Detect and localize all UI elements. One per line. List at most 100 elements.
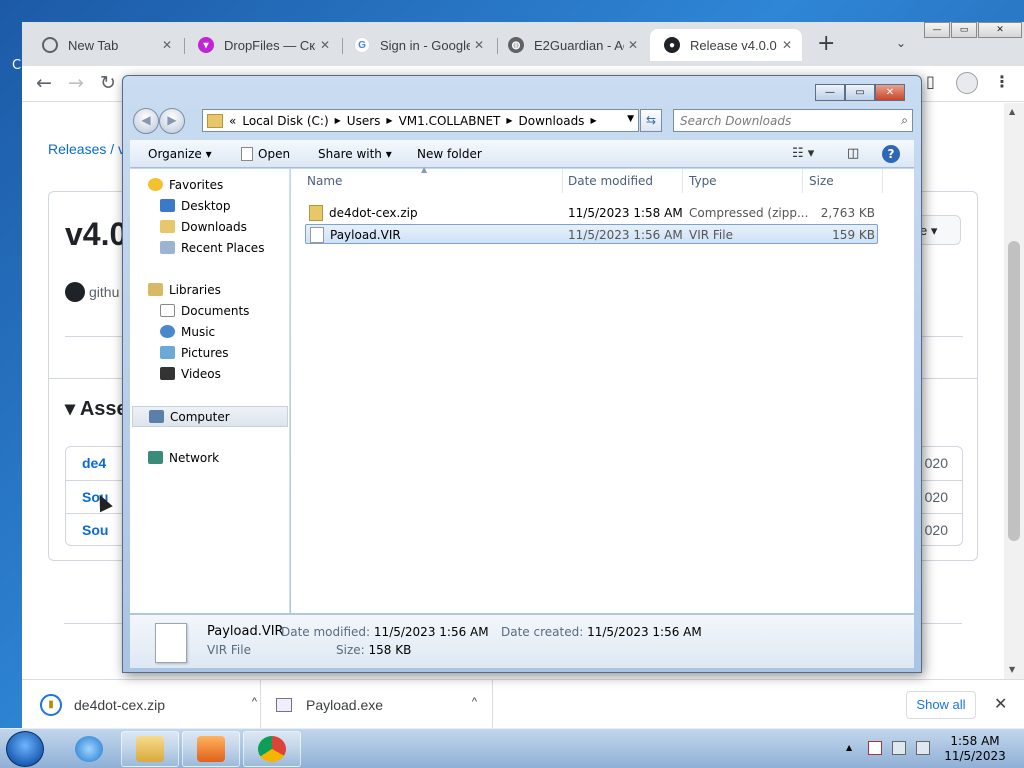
nav-label: Computer [170, 410, 230, 424]
github-icon: ● [664, 37, 680, 53]
label: Date created: [501, 625, 584, 639]
open-button[interactable]: Open [241, 147, 290, 161]
file-type: Compressed (zipp... [689, 206, 809, 220]
back-button[interactable]: ← [36, 72, 52, 94]
maximize-button[interactable]: ▭ [951, 22, 977, 38]
refresh-button[interactable]: ⇆ [640, 109, 662, 132]
maximize-button[interactable]: ▭ [845, 84, 875, 101]
new-tab-button[interactable]: + [817, 33, 835, 55]
column-date-modified[interactable]: Date modified [562, 169, 683, 193]
download-item-zip[interactable]: ▮ de4dot-cex.zip ^ [40, 680, 257, 729]
side-panel-icon[interactable]: ▯ [926, 72, 935, 91]
breadcrumb-users[interactable]: Users [347, 114, 381, 128]
tab-dropfiles[interactable]: ▾ DropFiles — Скачать ✕ [184, 29, 340, 61]
close-window-button[interactable]: ✕ [978, 22, 1022, 38]
nav-label: Pictures [181, 346, 229, 360]
action-center-icon[interactable] [868, 741, 882, 755]
assets-heading[interactable]: ▾ Asse [65, 396, 128, 421]
chevron-right-icon[interactable]: ▶ [590, 116, 596, 125]
nav-network[interactable]: Network [148, 448, 308, 469]
show-all-button[interactable]: Show all [906, 691, 976, 719]
close-window-button[interactable]: ✕ [875, 84, 905, 101]
nav-label: Music [181, 325, 216, 339]
minimize-button[interactable]: — [815, 84, 845, 101]
change-view-icon[interactable]: ☷ ▾ [792, 146, 814, 161]
asset-name[interactable]: de4 [82, 455, 106, 471]
label: Date modified: [281, 625, 371, 639]
minimize-button[interactable]: — [924, 22, 950, 38]
tab-title: New Tab [68, 37, 119, 53]
breadcrumb[interactable]: Releases / v [48, 141, 125, 157]
new-folder-button[interactable]: New folder [417, 147, 482, 161]
close-icon[interactable]: ✕ [470, 38, 488, 52]
taskbar-chrome[interactable] [243, 731, 301, 767]
chevron-right-icon[interactable]: ▶ [335, 116, 341, 125]
chevron-up-icon[interactable]: ^ [252, 696, 257, 708]
details-file-type: VIR File [207, 643, 251, 657]
close-downloads-bar-button[interactable]: ✕ [994, 694, 1007, 714]
close-icon[interactable]: ✕ [778, 38, 796, 52]
label: Size: [336, 643, 365, 657]
taskbar-internet-explorer[interactable] [60, 731, 118, 767]
column-type[interactable]: Type [683, 169, 803, 193]
divider [492, 680, 493, 729]
address-bar[interactable]: « Local Disk (C:) ▶ Users ▶ VM1.COLLABNE… [202, 109, 639, 132]
close-icon[interactable]: ✕ [316, 38, 334, 52]
search-input[interactable]: Search Downloads ⌕ [673, 109, 913, 132]
forward-button[interactable]: → [68, 72, 84, 94]
release-author[interactable]: githu [89, 284, 119, 300]
column-name[interactable]: Name [301, 169, 563, 193]
value: 11/5/2023 1:56 AM [373, 625, 489, 639]
download-item-exe[interactable]: Payload.exe ^ [276, 680, 477, 729]
nav-computer[interactable]: Computer [132, 406, 288, 427]
nav-favorites[interactable]: Favorites [148, 175, 308, 196]
page-scrollbar[interactable]: ▲ ▼ [1004, 103, 1024, 679]
file-row[interactable]: de4dot-cex.zip 11/5/2023 1:58 AM Compres… [305, 203, 878, 223]
system-clock[interactable]: 1:58 AM 11/5/2023 [940, 734, 1010, 764]
address-dropdown-icon[interactable]: ▼ [627, 114, 634, 124]
back-button[interactable]: ◀ [133, 108, 159, 134]
computer-icon [149, 410, 164, 423]
help-icon[interactable]: ? [882, 145, 900, 163]
volume-muted-icon[interactable] [916, 741, 930, 755]
scrollbar-thumb[interactable] [1008, 241, 1020, 541]
chevron-up-icon[interactable]: ^ [472, 696, 477, 708]
tab-e2guardian[interactable]: ◍ E2Guardian - Access Denied ✕ [494, 29, 648, 61]
asset-name[interactable]: Sou [82, 522, 108, 538]
navigation-pane: Favorites Desktop Downloads Recent Place… [130, 169, 290, 613]
scroll-down-icon[interactable]: ▼ [1009, 665, 1015, 674]
libraries-icon [148, 283, 163, 296]
preview-pane-icon[interactable]: ◫ [847, 146, 859, 161]
nav-libraries[interactable]: Libraries [148, 280, 308, 301]
organize-button[interactable]: Organize ▾ [148, 147, 212, 161]
column-size[interactable]: Size [803, 169, 883, 193]
taskbar-media-player[interactable] [182, 731, 240, 767]
tab-new-tab[interactable]: New Tab ✕ [28, 29, 182, 61]
close-icon[interactable]: ✕ [158, 38, 176, 52]
scroll-up-icon[interactable]: ▲ [1009, 107, 1015, 116]
github-avatar-icon [65, 282, 85, 302]
tab-search-button[interactable]: ⌄ [896, 36, 906, 50]
chevron-right-icon[interactable]: ▶ [506, 116, 512, 125]
breadcrumb-local-disk[interactable]: Local Disk (C:) [242, 114, 328, 128]
close-icon[interactable]: ✕ [624, 38, 642, 52]
profile-avatar[interactable] [956, 72, 978, 94]
file-row-selected[interactable]: Payload.VIR 11/5/2023 1:56 AM VIR File 1… [305, 224, 878, 244]
exe-file-icon [276, 697, 292, 712]
network-status-icon[interactable] [892, 741, 906, 755]
start-button[interactable] [6, 731, 44, 767]
menu-icon[interactable]: ⋮ [994, 72, 1010, 91]
breadcrumb-user[interactable]: VM1.COLLABNET [399, 114, 501, 128]
folder-icon [136, 736, 164, 762]
taskbar-windows-explorer[interactable] [121, 731, 179, 767]
tab-release[interactable]: ● Release v4.0.0 · de4dot ✕ [650, 29, 802, 61]
search-icon[interactable]: ⌕ [901, 113, 908, 128]
tab-google-signin[interactable]: G Sign in - Google Accounts ✕ [340, 29, 494, 61]
reload-button[interactable]: ↻ [100, 72, 116, 94]
show-hidden-icons-button[interactable]: ▲ [846, 743, 852, 752]
forward-button[interactable]: ▶ [159, 108, 185, 134]
breadcrumb-downloads[interactable]: Downloads [519, 114, 585, 128]
breadcrumb-overflow[interactable]: « [229, 114, 236, 128]
chevron-right-icon[interactable]: ▶ [386, 116, 392, 125]
share-with-button[interactable]: Share with ▾ [318, 147, 392, 161]
